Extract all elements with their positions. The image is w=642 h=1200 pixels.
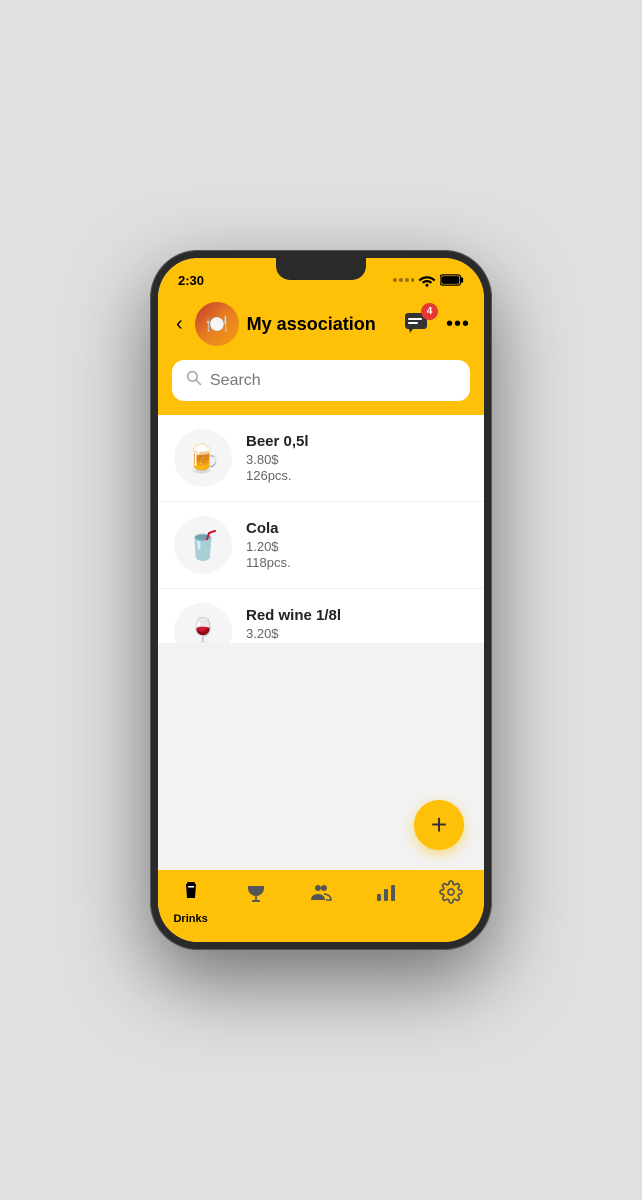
item-info-0: Beer 0,5l 3.80$ 126pcs. (246, 433, 468, 483)
list-item[interactable]: 🍺 Beer 0,5l 3.80$ 126pcs. (158, 415, 484, 502)
status-time: 2:30 (178, 273, 204, 288)
food-icon (244, 880, 268, 910)
nav-item-food[interactable] (223, 880, 288, 910)
item-info-1: Cola 1.20$ 118pcs. (246, 520, 468, 570)
item-qty-0: 126pcs. (246, 468, 468, 483)
list-item[interactable]: 🍷 Red wine 1/8l 3.20$ 16pcs. (158, 589, 484, 643)
nav-item-settings[interactable] (419, 880, 484, 910)
nav-item-chart[interactable] (354, 880, 419, 910)
item-thumb-2: 🍷 (174, 603, 232, 643)
item-info-2: Red wine 1/8l 3.20$ 16pcs. (246, 607, 468, 643)
chart-icon (374, 880, 398, 910)
item-name-1: Cola (246, 520, 468, 537)
fab-button[interactable]: + (414, 800, 464, 850)
item-price-0: 3.80$ (246, 452, 468, 467)
more-button[interactable]: ••• (446, 313, 470, 336)
empty-space: + (158, 643, 484, 871)
header: ‹ 🍽️ My association 4 ••• (158, 294, 484, 360)
nav-item-drinks[interactable]: Drinks (158, 880, 223, 925)
item-price-2: 3.20$ (246, 626, 468, 641)
items-list: 🍺 Beer 0,5l 3.80$ 126pcs. 🥤 Cola 1.20$ 1… (158, 415, 484, 643)
notch (276, 258, 366, 280)
header-actions: 4 ••• (400, 307, 470, 341)
search-container (158, 360, 484, 415)
page-title: My association (247, 314, 392, 335)
search-input[interactable] (210, 372, 456, 390)
back-button[interactable]: ‹ (172, 311, 187, 338)
phone-screen: 2:30 (158, 258, 484, 942)
chat-button[interactable]: 4 (400, 307, 434, 341)
item-thumb-0: 🍺 (174, 429, 232, 487)
list-item[interactable]: 🥤 Cola 1.20$ 118pcs. (158, 502, 484, 589)
item-name-2: Red wine 1/8l (246, 607, 468, 624)
status-icons (392, 273, 464, 287)
signal-icon (392, 275, 414, 285)
people-icon (309, 880, 333, 910)
item-name-0: Beer 0,5l (246, 433, 468, 450)
notification-badge: 4 (421, 303, 438, 320)
drinks-icon (179, 880, 203, 910)
bottom-nav: Drinks (158, 870, 484, 942)
battery-icon (440, 274, 464, 286)
wifi-icon (418, 273, 436, 287)
item-price-1: 1.20$ (246, 539, 468, 554)
avatar: 🍽️ (195, 302, 239, 346)
phone-shell: 2:30 (150, 250, 492, 950)
item-thumb-1: 🥤 (174, 516, 232, 574)
nav-item-people[interactable] (288, 880, 353, 910)
settings-icon (439, 880, 463, 910)
search-box (172, 360, 470, 401)
search-icon (186, 370, 202, 391)
nav-label-drinks: Drinks (173, 913, 207, 925)
item-qty-1: 118pcs. (246, 555, 468, 570)
